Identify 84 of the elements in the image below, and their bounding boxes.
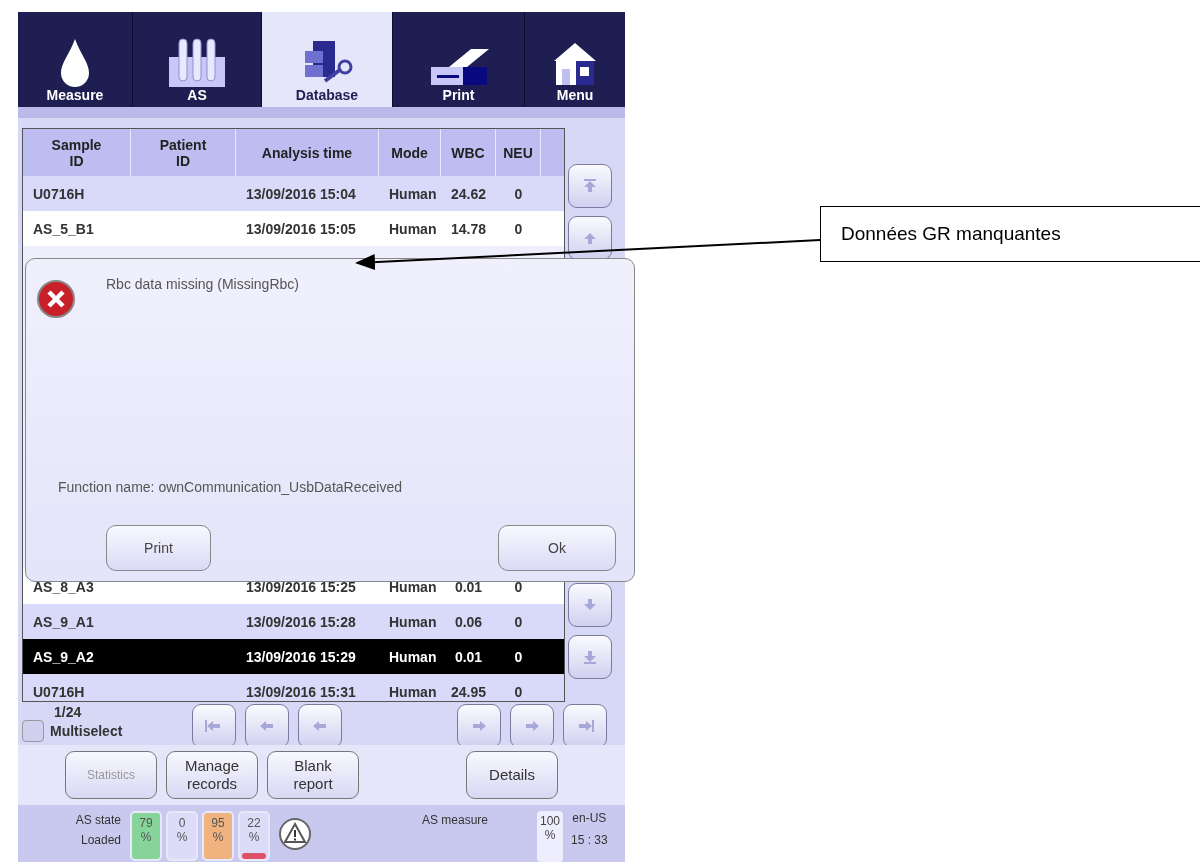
table-cell-text: 13/09/2016 15:29 <box>245 648 357 665</box>
action-button[interactable]: Blank report <box>267 751 359 799</box>
table-cell-text: 24.95 <box>449 683 487 700</box>
first-page-button[interactable] <box>192 704 236 748</box>
gauge-value: 79 <box>139 816 153 830</box>
action-button[interactable]: Manage records <box>166 751 258 799</box>
table-cell-text: 0 <box>513 683 524 700</box>
arrow-left-icon <box>258 719 276 733</box>
table-cell-text: 13/09/2016 15:28 <box>245 613 357 630</box>
table-cell-text: AS_9_A1 <box>32 613 95 630</box>
arrow-to-bottom-icon <box>581 650 599 664</box>
gauge-value: 0 <box>178 816 186 830</box>
scroll-up-button[interactable] <box>568 216 612 260</box>
next-button[interactable] <box>457 704 501 748</box>
gauge-unit: % <box>248 830 260 844</box>
table-cell-text: Human <box>388 578 438 595</box>
table-cell-text: Human <box>388 613 438 630</box>
table-cell-text: Human <box>388 648 438 665</box>
table-cell-text: 0 <box>513 220 524 237</box>
gauge-unit: % <box>140 830 152 844</box>
error-icon <box>36 279 76 319</box>
table-row[interactable]: U0716H 13/09/2016 15:31 Human 24.95 0 <box>23 674 564 701</box>
table-cell-text: 13/09/2016 15:25 <box>245 578 357 595</box>
table-cell-text: 0 <box>513 613 524 630</box>
table-cell-text: Human <box>388 220 438 237</box>
arrow-to-start-icon <box>205 719 223 733</box>
test-tubes-icon <box>167 37 227 87</box>
action-button[interactable]: Details <box>466 751 558 799</box>
previous-page-button[interactable] <box>245 704 289 748</box>
table-cell-text: AS_8_A3 <box>32 578 95 595</box>
last-page-button[interactable] <box>563 704 607 748</box>
locale-label: en-US <box>572 811 607 825</box>
table-cell-text: AS_5_B1 <box>32 220 95 237</box>
arrow-left-icon <box>311 719 329 733</box>
function-name: Function name: ownCommunication_UsbDataReceived <box>58 479 402 495</box>
page-counter: 1/24 <box>54 704 83 720</box>
table-cell-text: 13/09/2016 15:05 <box>245 220 357 237</box>
table-cell-text: 13/09/2016 15:31 <box>245 683 357 700</box>
arrow-right-icon <box>470 719 488 733</box>
table-cell-text: U0716H <box>32 683 86 700</box>
table-row[interactable]: AS_9_A1 13/09/2016 15:28 Human 0.06 0 <box>23 604 564 639</box>
arrow-to-end-icon <box>576 719 594 733</box>
table-cell-text: 13/09/2016 15:04 <box>245 185 357 202</box>
clock: 15 : 33 <box>571 833 608 847</box>
table-cell-text: 0 <box>513 185 524 202</box>
warning-icon[interactable] <box>278 817 312 851</box>
print-button[interactable]: Print <box>106 525 211 571</box>
error-message: Rbc data missing (MissingRbc) <box>106 276 299 292</box>
gauge-unit: % <box>176 830 188 844</box>
scroll-down-button[interactable] <box>568 583 612 627</box>
table-cell-text: 24.62 <box>449 185 487 202</box>
table-cell-text: 0 <box>513 648 524 665</box>
state-value: Loaded <box>80 833 121 847</box>
table-cell-text: 0 <box>513 578 524 595</box>
arrow-right-icon <box>523 719 541 733</box>
gauge-unit: % <box>212 830 224 844</box>
multiselect-checkbox[interactable] <box>22 720 44 742</box>
table-cell-text: 0.06 <box>453 613 484 630</box>
zoom-indicator: 100 % <box>537 811 563 862</box>
table-cell-text: 0.01 <box>453 648 484 665</box>
table-row[interactable]: U0716H 13/09/2016 15:04 Human 24.62 0 <box>23 176 564 211</box>
next-page-button[interactable] <box>510 704 554 748</box>
table-cell-text: Human <box>388 683 438 700</box>
mode-label: AS measure <box>422 812 490 827</box>
gauge-value: 95 <box>211 816 225 830</box>
scroll-bottom-button[interactable] <box>568 635 612 679</box>
gauge-value: 22 <box>247 816 261 830</box>
arrow-to-top-icon <box>581 179 599 193</box>
printer-icon <box>428 47 489 87</box>
table-cell-text: U0716H <box>32 185 86 202</box>
table-cell-text: Human <box>388 185 438 202</box>
nav-tab[interactable]: Database <box>262 12 393 107</box>
multiselect-label: Multiselect <box>50 723 123 739</box>
previous-button[interactable] <box>298 704 342 748</box>
state-label: AS state <box>75 813 121 827</box>
ok-button[interactable]: Ok <box>498 525 616 571</box>
table-cell-text: 14.78 <box>449 220 487 237</box>
annotation-callout: Données GR manquantes <box>820 206 1200 262</box>
table-cell-text: AS_9_A2 <box>32 648 95 665</box>
warning-bar <box>242 853 266 859</box>
scroll-top-button[interactable] <box>568 164 612 208</box>
table-row[interactable]: AS_9_A2 13/09/2016 15:29 Human 0.01 0 <box>23 639 564 674</box>
house-icon <box>552 41 598 87</box>
table-cell-text: 0.01 <box>453 578 484 595</box>
